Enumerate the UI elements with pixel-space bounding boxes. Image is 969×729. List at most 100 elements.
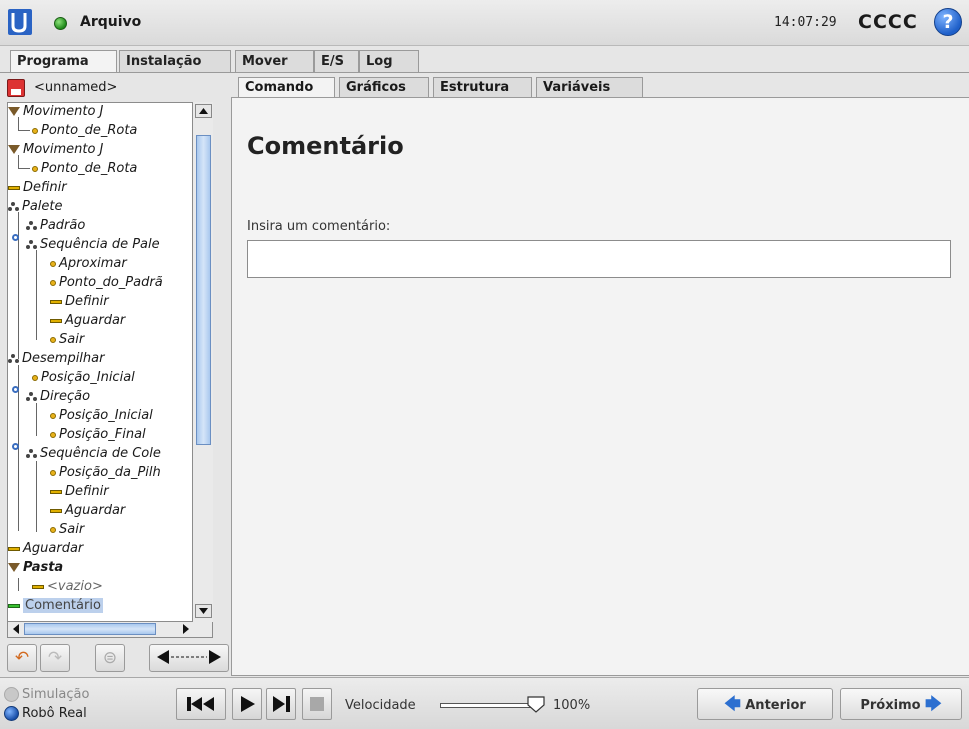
expand-icon[interactable] (12, 234, 19, 241)
robot-name: CCCC (858, 11, 918, 33)
tree-node[interactable]: Aproximar (50, 255, 127, 274)
tree-node[interactable]: Definir (50, 293, 109, 312)
waypoint-icon (50, 336, 56, 343)
tab-comando[interactable]: Comando (238, 77, 335, 97)
pallet-icon (8, 201, 19, 212)
tree-node[interactable]: Definir (8, 179, 67, 198)
ur-logo-icon (8, 9, 32, 35)
clock: 14:07:29 (774, 15, 837, 30)
tab-instalacao[interactable]: Instalação (119, 50, 231, 72)
waypoint-icon (32, 165, 38, 172)
play-button[interactable] (232, 688, 262, 720)
step-icon (273, 696, 290, 712)
move-icon (8, 145, 20, 154)
stop-icon (310, 697, 324, 711)
tab-estrutura[interactable]: Estrutura (433, 77, 532, 97)
expand-icon[interactable] (12, 386, 19, 393)
next-button[interactable]: Próximo 🡆 (840, 688, 962, 720)
file-menu[interactable]: Arquivo (80, 14, 141, 30)
tree-connector (18, 212, 19, 359)
help-icon[interactable]: ? (934, 8, 962, 36)
comment-input[interactable] (247, 240, 951, 278)
wait-icon (50, 508, 62, 513)
left-right-arrow-icon (157, 650, 221, 664)
undo-icon: ↶ (14, 648, 30, 668)
tree-node[interactable]: Posição_Inicial (32, 369, 135, 388)
arrow-right-icon[interactable] (180, 622, 192, 636)
move-node-button[interactable] (149, 644, 229, 672)
suppress-button[interactable]: ⊜ (95, 644, 125, 672)
tab-es[interactable]: E/S (314, 50, 359, 72)
scroll-up-button[interactable] (195, 104, 212, 118)
set-icon (8, 185, 20, 190)
scroll-down-button[interactable] (195, 604, 212, 618)
mode-real-robot[interactable]: Robô Real (4, 706, 87, 721)
pallet-icon (26, 391, 37, 402)
tab-mover[interactable]: Mover (235, 50, 314, 72)
save-icon[interactable] (7, 79, 25, 97)
arrow-left-icon[interactable] (10, 622, 22, 636)
tree-node[interactable]: Sair (50, 331, 84, 350)
tree-node[interactable]: Posição_Inicial (50, 407, 153, 426)
tree-node[interactable]: Aguardar (8, 540, 83, 559)
tree-node[interactable]: Direção (26, 388, 90, 407)
tab-graficos[interactable]: Gráficos (339, 77, 429, 97)
tree-node[interactable]: <vazio> (32, 578, 103, 597)
tree-node[interactable]: Posição_Final (50, 426, 146, 445)
tree-node[interactable]: Ponto_do_Padrã (50, 274, 163, 293)
speed-slider-track[interactable] (440, 703, 536, 708)
tree-node[interactable]: Aguardar (50, 502, 125, 521)
tree-node[interactable]: Posição_da_Pilh (50, 464, 161, 483)
tree-node[interactable]: Movimento J (8, 141, 103, 160)
waypoint-icon (50, 260, 56, 267)
arrow-down-icon (199, 608, 208, 614)
tree-vertical-scrollbar[interactable] (192, 102, 213, 622)
tree-node[interactable]: Movimento J (8, 103, 103, 122)
tree-node[interactable]: Definir (50, 483, 109, 502)
previous-button[interactable]: 🡄 Anterior (697, 688, 833, 720)
tree-node[interactable]: Pasta (8, 559, 63, 578)
comment-icon (8, 603, 20, 608)
waypoint-icon (50, 412, 56, 419)
rewind-icon (187, 697, 214, 711)
tree-node[interactable]: Desempilhar (8, 350, 104, 369)
step-button[interactable] (266, 688, 296, 720)
stop-button[interactable] (302, 688, 332, 720)
waypoint-icon (50, 431, 56, 438)
tree-connector (18, 168, 30, 169)
tree-node[interactable]: Ponto_de_Rota (32, 122, 137, 141)
tree-node[interactable]: Aguardar (50, 312, 125, 331)
tab-variaveis[interactable]: Variáveis (536, 77, 643, 97)
tree-node[interactable]: Sequência de Pale (26, 236, 160, 255)
tree-node[interactable]: Sair (50, 521, 84, 540)
tree-node[interactable]: Ponto_de_Rota (32, 160, 137, 179)
mode-simulation[interactable]: Simulação (4, 687, 89, 702)
empty-icon (32, 584, 44, 589)
tree-toolbar: ↶ ↷ ⊜ (7, 644, 229, 674)
hscroll-thumb[interactable] (24, 623, 156, 635)
tree-node[interactable]: Palete (8, 198, 63, 217)
program-tree-panel: <unnamed> Movimento J Ponto_de_Rota Movi… (4, 76, 230, 676)
tree-horizontal-scrollbar[interactable] (7, 622, 213, 638)
tree-node-selected[interactable]: Comentário (8, 597, 103, 616)
scroll-thumb[interactable] (196, 135, 211, 445)
radio-icon (4, 687, 19, 702)
undo-button[interactable]: ↶ (7, 644, 37, 672)
tab-log[interactable]: Log (359, 50, 419, 72)
program-tree[interactable]: Movimento J Ponto_de_Rota Movimento J Po… (7, 102, 213, 622)
pallet-icon (26, 239, 37, 250)
tree-connector (18, 578, 19, 591)
tab-programa[interactable]: Programa (10, 50, 117, 73)
tree-node[interactable]: Sequência de Cole (26, 445, 161, 464)
command-panel: Comentário Insira um comentário: (231, 97, 969, 676)
tree-connector (36, 403, 37, 436)
tree-node[interactable]: Padrão (26, 217, 85, 236)
redo-button[interactable]: ↷ (40, 644, 70, 672)
rewind-button[interactable] (176, 688, 226, 720)
pallet-icon (26, 220, 37, 231)
radio-selected-icon (4, 706, 19, 721)
speed-slider-knob[interactable] (526, 694, 546, 714)
expand-icon[interactable] (12, 443, 19, 450)
page-title: Comentário (247, 132, 404, 160)
top-bar: Arquivo 14:07:29 CCCC ? (0, 0, 969, 46)
